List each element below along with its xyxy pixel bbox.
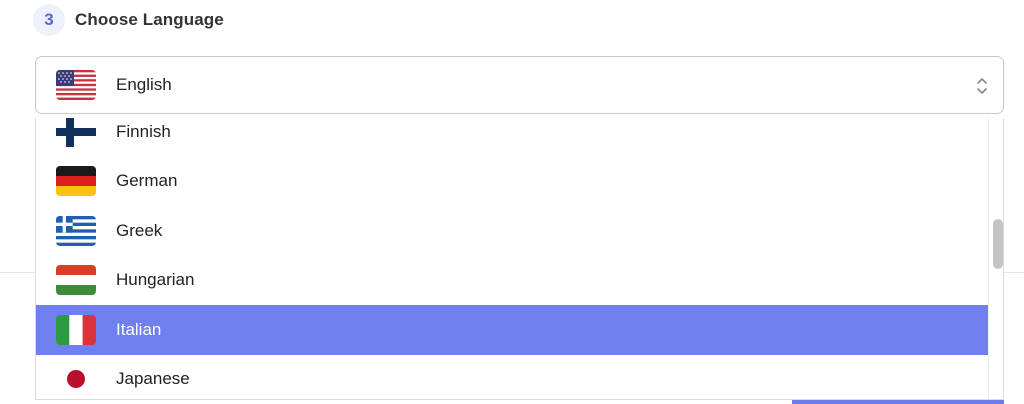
language-options: Finnish German Greek Hungarian Italian J…	[36, 118, 988, 400]
dropdown-scrollbar[interactable]	[988, 118, 1003, 399]
option-greek[interactable]: Greek	[36, 206, 988, 256]
selected-language-label: English	[116, 75, 172, 94]
step-title: Choose Language	[75, 10, 224, 29]
option-german[interactable]: German	[36, 157, 988, 207]
option-label: Finnish	[116, 121, 171, 141]
option-label: Japanese	[116, 369, 190, 389]
option-hungarian[interactable]: Hungarian	[36, 256, 988, 306]
option-label: Greek	[116, 220, 163, 240]
greece-flag-icon	[56, 215, 96, 246]
option-japanese[interactable]: Japanese	[36, 355, 988, 400]
step-header: 3 Choose Language	[33, 4, 224, 36]
hungary-flag-icon	[56, 265, 96, 296]
option-label: German	[116, 171, 178, 191]
option-italian[interactable]: Italian	[36, 305, 988, 355]
language-dropdown: Finnish German Greek Hungarian Italian J…	[35, 118, 1004, 400]
us-flag-icon	[56, 70, 96, 100]
scrollbar-thumb[interactable]	[993, 219, 1003, 269]
option-finnish[interactable]: Finnish	[36, 118, 988, 157]
language-select[interactable]: English	[35, 56, 1004, 114]
option-label: Hungarian	[116, 270, 195, 290]
germany-flag-icon	[56, 166, 96, 197]
japan-flag-icon	[56, 364, 96, 395]
finland-flag-icon	[56, 118, 96, 147]
step-number-badge: 3	[33, 4, 65, 36]
italy-flag-icon	[56, 314, 96, 345]
chevron-up-down-icon	[977, 78, 987, 94]
option-label: Italian	[116, 319, 162, 339]
